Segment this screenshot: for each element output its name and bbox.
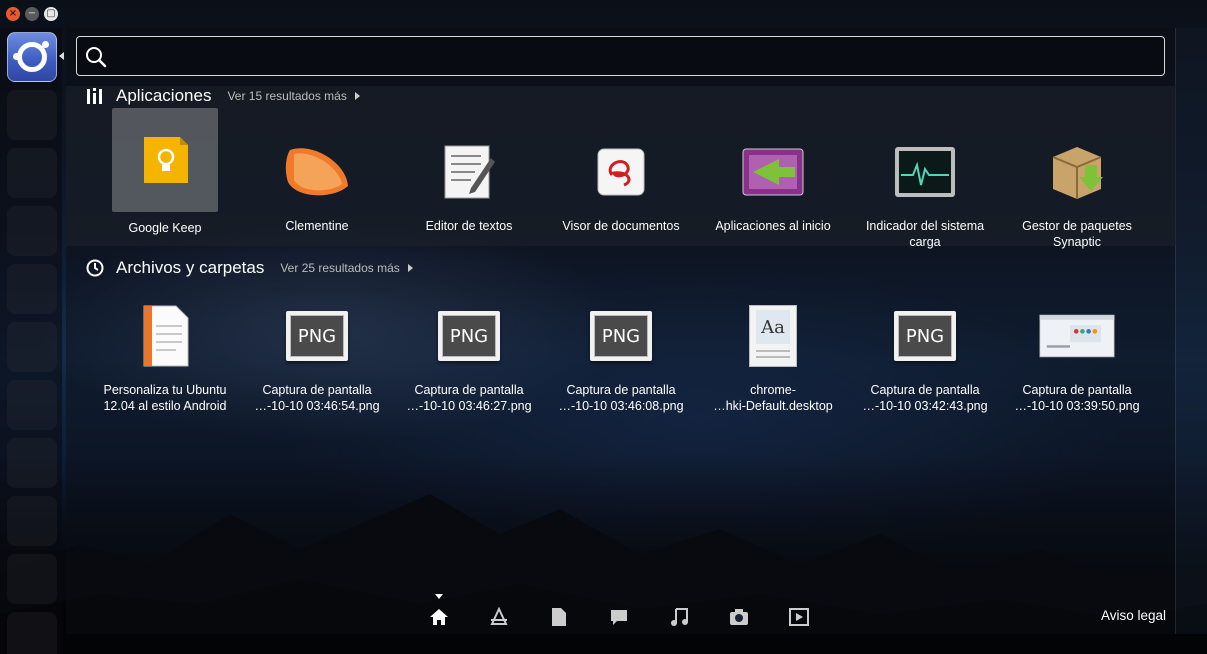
google-keep-icon xyxy=(112,108,218,212)
launcher-item-settings[interactable] xyxy=(7,554,57,604)
launcher-item-power[interactable] xyxy=(7,496,57,546)
app-tile-synaptic[interactable]: Gestor de paquetes Synaptic xyxy=(1001,134,1153,250)
chevron-right-icon xyxy=(407,264,413,272)
chevron-right-icon xyxy=(354,92,360,100)
applications-lens-icon[interactable] xyxy=(488,606,510,628)
app-label: Google Keep xyxy=(128,221,202,235)
app-tile-clementine[interactable]: Clementine xyxy=(241,134,393,234)
window-controls: × − ▢ xyxy=(6,7,58,21)
photos-lens-icon[interactable] xyxy=(728,606,750,628)
app-tile-document-viewer[interactable]: Visor de documentos xyxy=(545,134,697,234)
file-tile[interactable]: PNG Captura de pantalla …-10-10 03:42:43… xyxy=(849,298,1001,414)
launcher-item-system[interactable] xyxy=(7,612,57,654)
dash-edge xyxy=(1176,28,1207,634)
png-badge: PNG xyxy=(898,315,952,357)
png-icon: PNG xyxy=(431,298,507,374)
file-label: Personaliza tu Ubuntu 12.04 al estilo An… xyxy=(103,383,227,413)
dash-panel: Aplicaciones Ver 15 resultados más Googl… xyxy=(66,28,1176,634)
system-load-icon xyxy=(887,134,963,210)
png-icon: PNG xyxy=(583,298,659,374)
clock-icon xyxy=(86,259,104,277)
app-label: Clementine xyxy=(285,219,349,233)
file-tile[interactable]: Personaliza tu Ubuntu 12.04 al estilo An… xyxy=(89,298,241,414)
app-label: Visor de documentos xyxy=(562,219,680,233)
close-button[interactable]: × xyxy=(6,7,20,21)
applications-header: Aplicaciones Ver 15 resultados más xyxy=(86,84,360,108)
app-tile-text-editor[interactable]: Editor de textos xyxy=(393,134,545,234)
file-tile[interactable]: PNG Captura de pantalla …-10-10 03:46:54… xyxy=(241,298,393,414)
files-lens-icon[interactable] xyxy=(548,606,570,628)
file-label: Captura de pantalla …-10-10 03:46:54.png xyxy=(254,383,380,413)
png-icon: PNG xyxy=(279,298,355,374)
png-badge: PNG xyxy=(290,315,344,357)
clementine-icon xyxy=(279,134,355,210)
screenshot-thumbnail-icon xyxy=(1039,298,1115,374)
lens-bar: Aviso legal xyxy=(66,594,1176,634)
search-box[interactable] xyxy=(76,36,1165,76)
minimize-button[interactable]: − xyxy=(25,7,39,21)
applications-category-icon xyxy=(86,87,104,105)
launcher-item-firefox[interactable] xyxy=(7,206,57,256)
music-lens-icon[interactable] xyxy=(668,606,690,628)
launcher-item-files[interactable] xyxy=(7,90,57,140)
png-badge: PNG xyxy=(442,315,496,357)
launcher xyxy=(0,28,62,654)
launcher-item-app[interactable] xyxy=(7,264,57,314)
video-lens-icon[interactable] xyxy=(788,606,810,628)
app-label: Aplicaciones al inicio xyxy=(715,219,831,233)
file-label: Captura de pantalla …-10-10 03:46:08.png xyxy=(558,383,684,413)
active-lens-marker-icon xyxy=(435,594,443,599)
app-tile-system-load[interactable]: Indicador del sistema carga xyxy=(849,134,1001,250)
launcher-active-arrow-icon xyxy=(59,52,64,60)
launcher-item-software-center[interactable] xyxy=(7,438,57,488)
launcher-item-skype[interactable] xyxy=(7,380,57,430)
file-label: Captura de pantalla …-10-10 03:39:50.png xyxy=(1014,383,1140,413)
app-label: Gestor de paquetes Synaptic xyxy=(1022,219,1132,249)
applications-more-link[interactable]: Ver 15 resultados más xyxy=(227,89,346,103)
app-tile-startup-apps[interactable]: Aplicaciones al inicio xyxy=(697,134,849,234)
maximize-button[interactable]: ▢ xyxy=(44,7,58,21)
file-label: chrome- …hki-Default.desktop xyxy=(713,383,833,413)
file-tile[interactable]: Captura de pantalla …-10-10 03:39:50.png xyxy=(1001,298,1153,414)
synaptic-icon xyxy=(1039,134,1115,210)
section-title: Archivos y carpetas xyxy=(116,258,265,277)
home-lens-icon[interactable] xyxy=(428,606,450,628)
legal-notice-link[interactable]: Aviso legal xyxy=(1101,608,1166,623)
app-label: Editor de textos xyxy=(425,219,513,233)
file-tile[interactable]: Aa chrome- …hki-Default.desktop xyxy=(697,298,849,414)
launcher-item-monitor[interactable] xyxy=(7,322,57,372)
png-icon: PNG xyxy=(887,298,963,374)
file-tile[interactable]: PNG Captura de pantalla …-10-10 03:46:08… xyxy=(545,298,697,414)
document-viewer-icon xyxy=(583,134,659,210)
search-icon xyxy=(86,47,107,68)
document-icon xyxy=(127,298,203,374)
text-editor-icon xyxy=(431,134,507,210)
file-label: Captura de pantalla …-10-10 03:46:27.png xyxy=(406,383,532,413)
social-lens-icon[interactable] xyxy=(608,606,630,628)
launcher-item-chromium[interactable] xyxy=(7,148,57,198)
ubuntu-logo-icon xyxy=(13,41,49,72)
font-file-icon: Aa xyxy=(735,298,811,374)
file-tile[interactable]: PNG Captura de pantalla …-10-10 03:46:27… xyxy=(393,298,545,414)
app-label: Indicador del sistema carga xyxy=(865,219,985,249)
section-title: Aplicaciones xyxy=(116,86,212,105)
app-tile-google-keep[interactable]: Google Keep xyxy=(89,108,241,236)
search-input[interactable] xyxy=(117,37,1157,75)
font-badge: Aa xyxy=(756,310,790,344)
file-label: Captura de pantalla …-10-10 03:42:43.png xyxy=(862,383,988,413)
png-badge: PNG xyxy=(594,315,648,357)
dash-home-button[interactable] xyxy=(7,32,57,82)
startup-apps-icon xyxy=(735,134,811,210)
files-header: Archivos y carpetas Ver 25 resultados má… xyxy=(86,256,413,280)
files-more-link[interactable]: Ver 25 resultados más xyxy=(280,261,399,275)
